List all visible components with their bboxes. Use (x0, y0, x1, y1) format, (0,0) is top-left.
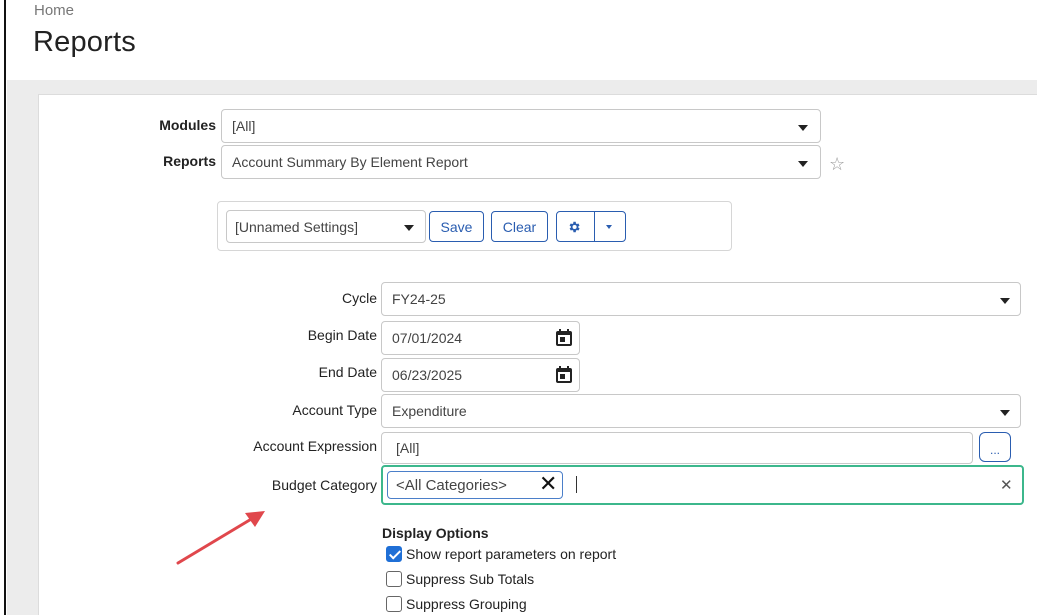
account-expression-label: Account Expression (253, 438, 377, 454)
modules-value: [All] (232, 118, 256, 134)
reports-label: Reports (163, 153, 216, 169)
category-chip: <All Categories> ✕ (387, 471, 563, 499)
checkbox-unchecked[interactable] (386, 596, 402, 612)
annotation-arrow-icon (176, 511, 265, 565)
display-options-heading: Display Options (382, 525, 489, 541)
modules-label: Modules (159, 117, 216, 133)
reports-select[interactable]: Account Summary By Element Report (221, 145, 821, 179)
option-label: Show report parameters on report (406, 546, 617, 562)
calendar-icon[interactable] (556, 329, 572, 346)
clear-all-icon[interactable]: ✕ (1000, 476, 1013, 494)
cycle-select[interactable]: FY24-25 (381, 282, 1021, 316)
chevron-down-icon (1000, 410, 1010, 416)
favorite-star-icon[interactable]: ☆ (829, 155, 845, 173)
account-expression-more-button[interactable]: ... (979, 432, 1011, 462)
split-divider (594, 212, 595, 241)
account-type-label: Account Type (292, 402, 377, 418)
begin-date-label: Begin Date (307, 327, 377, 343)
begin-date-field[interactable]: 07/01/2024 (381, 321, 580, 355)
modules-select[interactable]: [All] (221, 109, 821, 143)
option-suppress-subtotals[interactable]: Suppress Sub Totals (386, 570, 534, 588)
account-expression-field[interactable]: [All] (381, 432, 973, 464)
budget-category-multiselect[interactable]: <All Categories> ✕ ✕ (381, 465, 1024, 505)
begin-date-value: 07/01/2024 (392, 330, 463, 346)
option-label: Suppress Grouping (406, 596, 527, 612)
breadcrumb[interactable]: Home (34, 2, 74, 19)
page-title: Reports (33, 26, 136, 58)
saved-settings-select[interactable]: [Unnamed Settings] (226, 210, 426, 243)
save-button[interactable]: Save (429, 211, 484, 242)
end-date-value: 06/23/2025 (392, 367, 463, 383)
cycle-value: FY24-25 (392, 291, 446, 307)
settings-toolbar: [Unnamed Settings] Save Clear (217, 201, 732, 251)
checkbox-checked[interactable] (386, 546, 402, 562)
chevron-down-icon (798, 125, 808, 131)
clear-button[interactable]: Clear (491, 211, 548, 242)
settings-split-button[interactable] (556, 211, 626, 242)
end-date-label: End Date (318, 364, 377, 380)
account-type-select[interactable]: Expenditure (381, 394, 1021, 428)
chevron-down-icon (404, 225, 414, 231)
saved-settings-value: [Unnamed Settings] (235, 218, 358, 235)
reports-value: Account Summary By Element Report (232, 154, 468, 170)
checkbox-unchecked[interactable] (386, 571, 402, 587)
option-suppress-grouping[interactable]: Suppress Grouping (386, 595, 527, 613)
cycle-label: Cycle (341, 290, 377, 306)
text-cursor (576, 476, 577, 493)
category-chip-label: <All Categories> (396, 477, 507, 494)
budget-category-label: Budget Category (271, 477, 377, 493)
chevron-down-icon (1000, 298, 1010, 304)
account-expression-value: [All] (396, 440, 420, 456)
calendar-icon[interactable] (556, 366, 572, 383)
close-icon[interactable]: ✕ (539, 473, 557, 495)
account-type-value: Expenditure (392, 403, 467, 419)
chevron-down-icon (798, 161, 808, 167)
chevron-down-icon (606, 225, 612, 229)
gear-icon (569, 221, 580, 233)
end-date-field[interactable]: 06/23/2025 (381, 358, 580, 392)
option-label: Suppress Sub Totals (406, 571, 535, 587)
option-show-parameters[interactable]: Show report parameters on report (386, 545, 616, 563)
